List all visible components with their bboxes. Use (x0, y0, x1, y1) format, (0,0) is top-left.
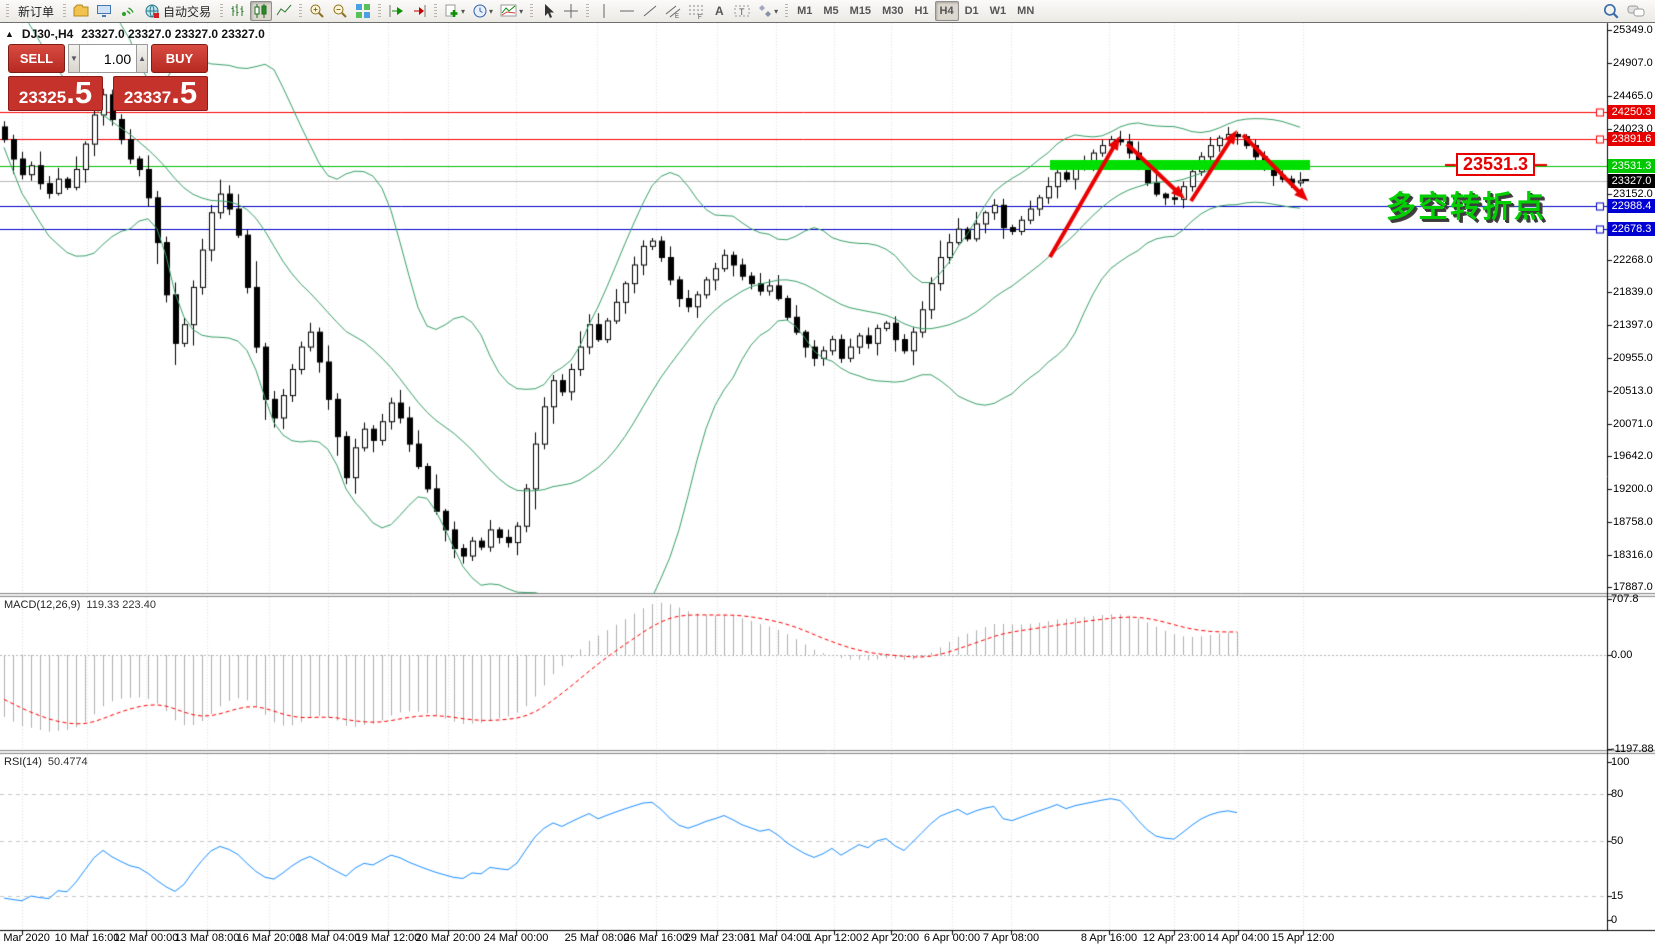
periods-button[interactable]: ▾ (469, 1, 496, 21)
symbol-period-label: DJ30-,H4 (22, 27, 73, 41)
chart-profile-icon[interactable] (70, 1, 92, 21)
tab-timeframe-M1[interactable]: M1 (792, 1, 817, 21)
chat-icon[interactable] (1624, 1, 1648, 21)
sell-price-button[interactable]: 23325 .5 (8, 76, 103, 111)
zoom-out-icon[interactable] (329, 1, 351, 21)
trading-platform-window: 新订单 自动交易 (0, 0, 1655, 944)
toolbar-drag-handle[interactable] (220, 4, 223, 19)
buy-button[interactable]: BUY (151, 44, 208, 73)
svg-text:E: E (675, 14, 679, 19)
tab-timeframe-D1[interactable]: D1 (960, 1, 984, 21)
chevron-down-icon: ▾ (461, 7, 465, 16)
rsi-label: RSI(14) (4, 756, 42, 768)
cursor-icon[interactable] (537, 1, 559, 21)
toolbar-drag-handle[interactable] (785, 4, 788, 19)
equidistant-channel-tool-icon[interactable]: E (662, 1, 684, 21)
shapes-tool-button[interactable]: ▾ (754, 1, 781, 21)
indicators-button[interactable]: ▾ (497, 1, 526, 21)
tab-timeframe-H4[interactable]: H4 (935, 1, 959, 21)
signals-icon[interactable] (116, 1, 138, 21)
one-click-trade-panel: SELL ▼ ▲ BUY 23325 .5 23337 .5 (8, 44, 208, 111)
search-icon[interactable] (1599, 1, 1623, 21)
trendline-tool-icon[interactable] (639, 1, 661, 21)
new-chart-button[interactable]: ▾ (441, 1, 468, 21)
rsi-value: 50.4774 (48, 756, 88, 768)
volume-stepper: ▼ ▲ (68, 44, 148, 73)
toolbar-drag-handle[interactable] (63, 4, 66, 19)
terminal-icon[interactable] (93, 1, 115, 21)
volume-decrease-button[interactable]: ▼ (68, 44, 80, 73)
vertical-line-tool-icon[interactable] (593, 1, 615, 21)
tile-windows-icon[interactable] (352, 1, 374, 21)
svg-text:F: F (698, 15, 702, 19)
tab-timeframe-W1[interactable]: W1 (985, 1, 1012, 21)
zoom-in-icon[interactable] (306, 1, 328, 21)
autotrading-label: 自动交易 (163, 3, 211, 20)
autotrading-button[interactable]: 自动交易 (139, 1, 216, 21)
tab-timeframe-M5[interactable]: M5 (818, 1, 843, 21)
price-level-annotation-box[interactable]: 23531.3 (1456, 153, 1535, 176)
buy-price-main: 23337 (124, 82, 171, 111)
tab-timeframe-M15[interactable]: M15 (845, 1, 876, 21)
buy-price-fraction: .5 (171, 77, 197, 108)
toolbar-drag-handle[interactable] (299, 4, 302, 19)
auto-scroll-icon[interactable] (385, 1, 407, 21)
macd-values: 119.33 223.40 (86, 599, 156, 611)
chevron-down-icon: ▾ (519, 7, 523, 16)
macd-pane-title: MACD(12,26,9) 119.33 223.40 (4, 599, 156, 611)
chevron-down-icon: ▾ (489, 7, 493, 16)
autotrading-globe-icon (144, 3, 160, 19)
toolbar-drag-handle[interactable] (434, 4, 437, 19)
fibonacci-tool-icon[interactable]: F (685, 1, 707, 21)
chart-canvas[interactable] (0, 0, 1655, 944)
chart-shift-icon[interactable] (408, 1, 430, 21)
line-chart-icon[interactable] (273, 1, 295, 21)
svg-text:A: A (715, 4, 724, 18)
svg-text:T: T (739, 7, 745, 17)
new-order-button[interactable]: 新订单 (13, 1, 59, 21)
toolbar-drag-handle[interactable] (586, 4, 589, 19)
macd-label: MACD(12,26,9) (4, 599, 80, 611)
toolbar-drag-handle[interactable] (6, 4, 9, 19)
candlestick-chart-icon[interactable] (250, 1, 272, 21)
volume-increase-button[interactable]: ▲ (136, 44, 148, 73)
rsi-pane-title: RSI(14) 50.4774 (4, 756, 88, 768)
tab-timeframe-MN[interactable]: MN (1012, 1, 1039, 21)
turning-point-annotation[interactable]: 多空转折点 (1386, 182, 1546, 226)
tab-timeframe-H1[interactable]: H1 (909, 1, 933, 21)
crosshair-icon[interactable] (560, 1, 582, 21)
chevron-down-icon: ▾ (774, 7, 778, 16)
horizontal-line-tool-icon[interactable] (616, 1, 638, 21)
sell-price-fraction: .5 (66, 77, 92, 108)
toolbar-drag-handle[interactable] (378, 4, 381, 19)
ohlc-values: 23327.0 23327.0 23327.0 23327.0 (81, 27, 265, 41)
main-toolbar: 新订单 自动交易 (0, 0, 1655, 23)
volume-input[interactable] (80, 44, 136, 73)
tab-timeframe-M30[interactable]: M30 (877, 1, 908, 21)
bar-chart-icon[interactable] (227, 1, 249, 21)
text-tool-icon[interactable]: A (708, 1, 730, 21)
text-label-tool-icon[interactable]: T (731, 1, 753, 21)
timeframe-group: M1M5M15M30H1H4D1W1MN (792, 1, 1039, 21)
toolbar-drag-handle[interactable] (530, 4, 533, 19)
buy-price-button[interactable]: 23337 .5 (113, 76, 208, 111)
sell-price-main: 23325 (19, 82, 66, 111)
sell-button[interactable]: SELL (8, 44, 65, 73)
chart-title: ▲ DJ30-,H4 23327.0 23327.0 23327.0 23327… (5, 27, 265, 41)
collapse-panel-icon[interactable]: ▲ (5, 29, 14, 39)
